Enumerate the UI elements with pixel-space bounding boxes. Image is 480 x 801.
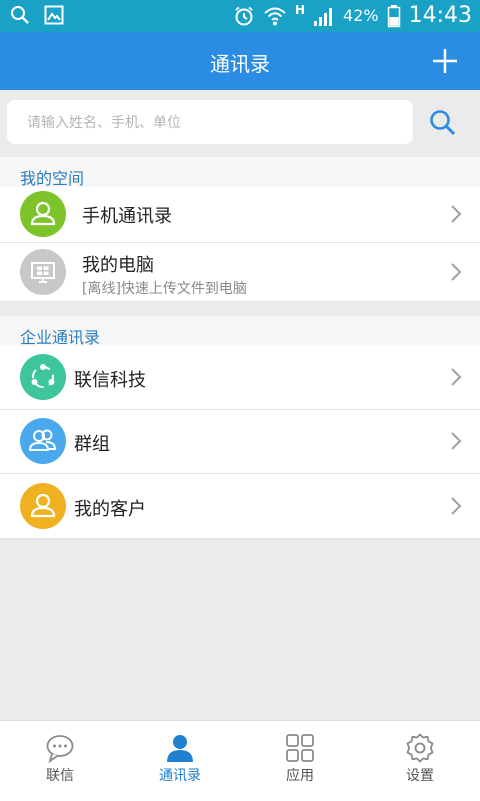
chevron-right-icon (451, 432, 462, 450)
list-item-label: 群组 (74, 434, 110, 455)
signal-icon (314, 7, 333, 26)
phone-contacts-icon (20, 191, 66, 237)
search-bar (0, 90, 480, 152)
settings-gear-icon (406, 733, 434, 763)
list-item-customers[interactable]: 我的客户 (0, 474, 480, 539)
bottom-tab-bar: 联信 通讯录 应用 设置 (0, 720, 480, 801)
list-item-sublabel: [离线]快速上传文件到电脑 (82, 281, 247, 297)
search-status-icon (11, 6, 29, 24)
list-item-phone-contacts[interactable]: 手机通讯录 (0, 187, 480, 243)
search-icon (430, 110, 456, 136)
contacts-person-icon (167, 735, 193, 762)
section-header-enterprise: 企业通讯录 (0, 316, 480, 347)
battery-icon (387, 4, 400, 27)
tab-label: 应用 (286, 768, 314, 784)
computer-icon (20, 249, 66, 295)
battery-percent: 42% (343, 6, 379, 25)
tab-label: 设置 (406, 768, 434, 784)
list-item-company[interactable]: 联信科技 (0, 346, 480, 410)
wifi-icon (264, 7, 286, 25)
group-icon (20, 418, 66, 464)
section-divider (0, 302, 480, 316)
gallery-status-icon (44, 5, 64, 25)
tab-lianxin[interactable]: 联信 (0, 721, 120, 801)
tab-label: 通讯录 (159, 768, 201, 784)
search-box[interactable] (7, 100, 413, 144)
network-type: H (294, 2, 306, 17)
list-item-label: 我的电脑 (82, 255, 154, 276)
status-left-icons (10, 5, 64, 25)
tab-contacts[interactable]: 通讯录 (120, 721, 240, 801)
list-item-label: 联信科技 (74, 370, 146, 391)
chevron-right-icon (451, 368, 462, 386)
alarm-icon (235, 6, 253, 25)
section-title: 我的空间 (20, 169, 85, 188)
clock: 14:43 (408, 3, 472, 28)
apps-grid-icon (286, 734, 314, 762)
list-item-my-computer[interactable]: 我的电脑 [离线]快速上传文件到电脑 (0, 243, 480, 302)
chevron-right-icon (451, 497, 462, 515)
search-input[interactable] (25, 110, 399, 136)
search-button[interactable] (428, 108, 458, 138)
tab-label: 联信 (46, 768, 74, 784)
chat-bubble-icon (46, 735, 74, 763)
section-title: 企业通讯录 (20, 328, 101, 347)
chevron-right-icon (451, 205, 462, 223)
list-item-groups[interactable]: 群组 (0, 410, 480, 474)
chevron-right-icon (451, 263, 462, 281)
tab-settings[interactable]: 设置 (360, 721, 480, 801)
tab-apps[interactable]: 应用 (240, 721, 360, 801)
add-button[interactable] (428, 44, 462, 78)
plus-icon (433, 49, 457, 73)
status-bar: H 42% 14:43 (0, 0, 480, 32)
section-header-my-space: 我的空间 (0, 157, 480, 188)
list-item-label: 手机通讯录 (82, 206, 172, 227)
page-title: 通讯录 (210, 52, 270, 76)
customer-icon (20, 483, 66, 529)
list-item-label: 我的客户 (74, 499, 146, 520)
status-right-icons: H 42% 14:43 (233, 3, 472, 28)
app-bar: 通讯录 (0, 32, 480, 90)
company-network-icon (20, 354, 66, 400)
